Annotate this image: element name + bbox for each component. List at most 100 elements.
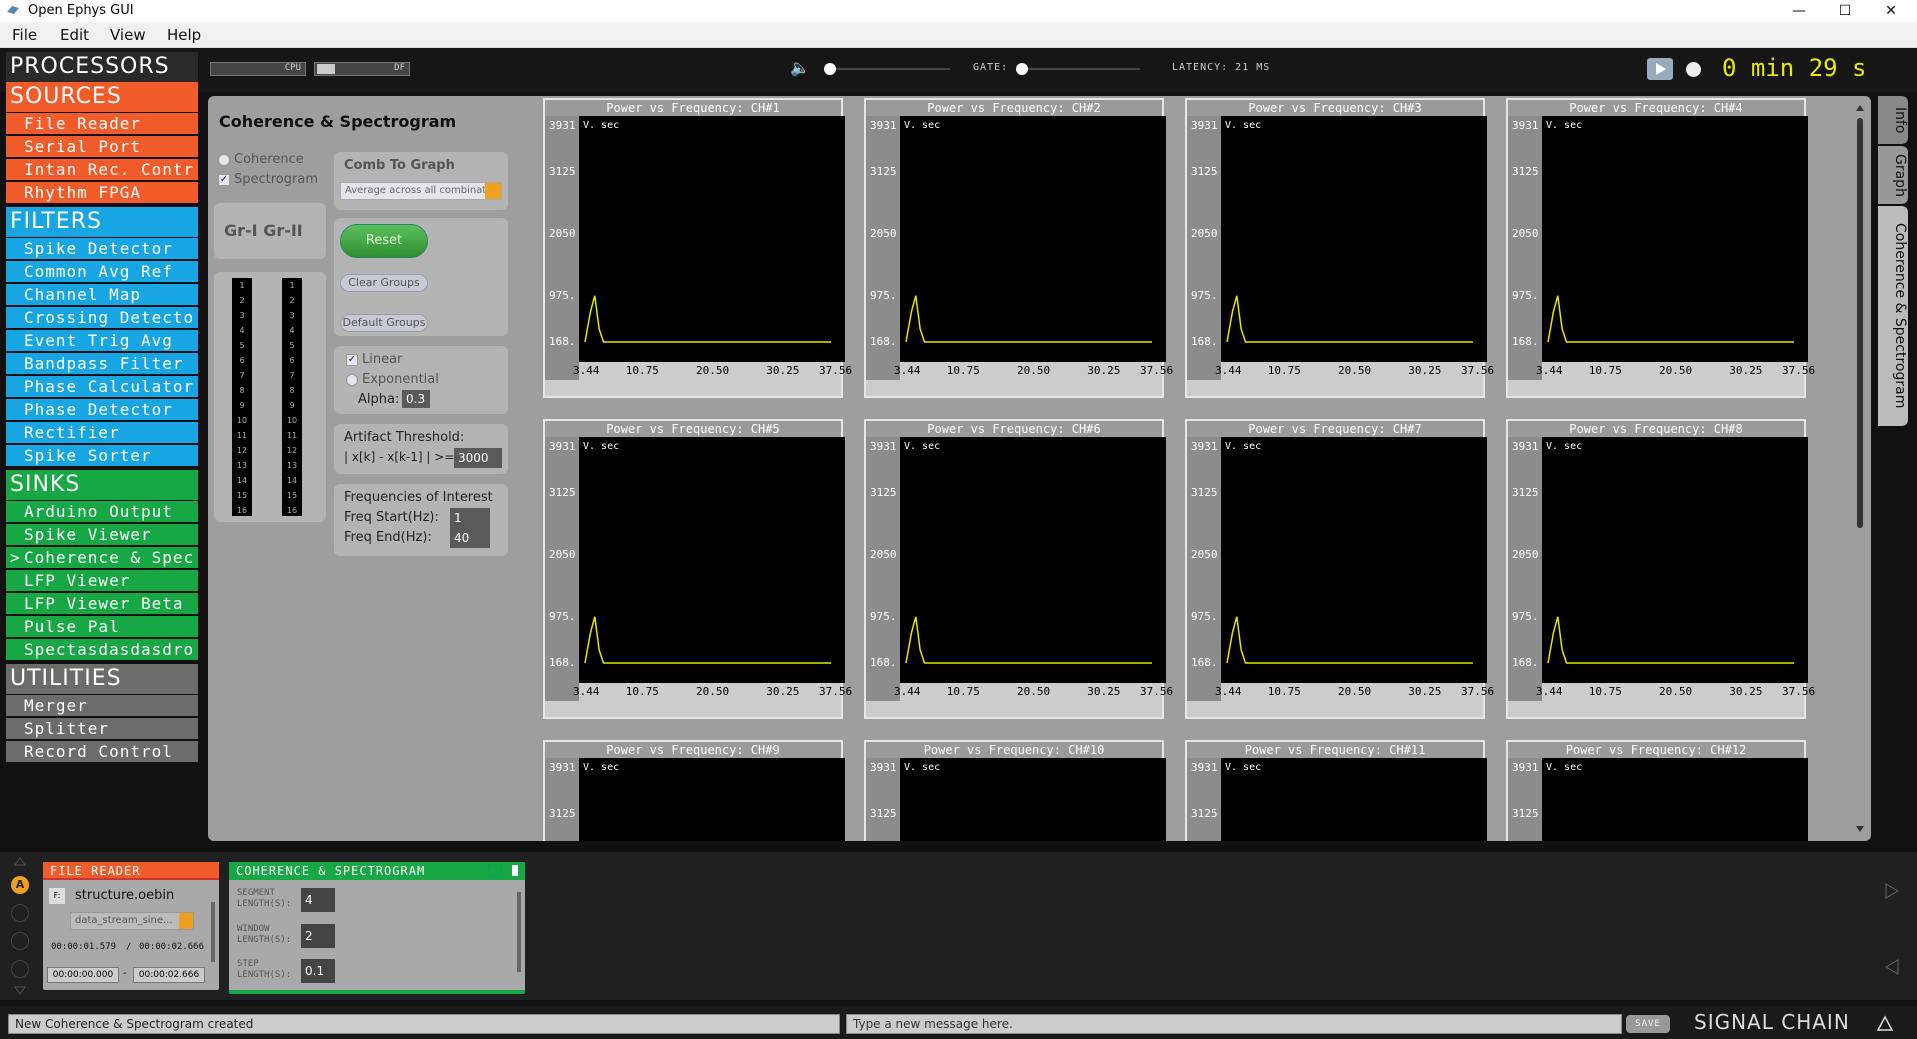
group-2-column[interactable]: 1 2 3 4 5 6 7 8 9 10 11 12 13 14 15 16	[282, 278, 302, 516]
group-channel[interactable]: 2	[232, 293, 252, 308]
processor-item-coherence-spec[interactable]: > Coherence & Spec	[6, 547, 198, 568]
processor-item-intan-rec-contr[interactable]: Intan Rec. Contr	[6, 159, 198, 180]
processor-item-spike-detector[interactable]: Spike Detector	[6, 238, 198, 259]
group-channel[interactable]: 3	[282, 308, 302, 323]
section-filters[interactable]: FILTERS	[6, 207, 198, 237]
power-vs-frequency-graph[interactable]: Power vs Frequency: CH#10V. sec393131252…	[864, 740, 1166, 841]
clock-display[interactable]: 0 min 29 s	[1722, 54, 1867, 82]
power-vs-frequency-graph[interactable]: Power vs Frequency: CH#11V. sec393131252…	[1185, 740, 1487, 841]
chain-slot-3[interactable]	[11, 932, 29, 950]
spectrogram-checkbox[interactable]: ✓	[218, 174, 230, 186]
group-channel[interactable]: 10	[232, 413, 252, 428]
group-channel[interactable]: 14	[282, 473, 302, 488]
group-channel[interactable]: 4	[282, 323, 302, 338]
group-channel[interactable]: 4	[232, 323, 252, 338]
processor-item-rectifier[interactable]: Rectifier	[6, 422, 198, 443]
group-channel[interactable]: 11	[232, 428, 252, 443]
processor-item-serial-port[interactable]: Serial Port	[6, 136, 198, 157]
coherence-editor[interactable]: COHERENCE & SPECTROGRAM SEGMENT LENGTH(S…	[229, 862, 525, 994]
processor-item-spike-sorter[interactable]: Spike Sorter	[6, 445, 198, 466]
file-reader-editor[interactable]: FILE READER F: structure.oebin data_stre…	[43, 862, 219, 990]
chain-right-arrow-icon[interactable]	[1884, 882, 1900, 900]
group-channel[interactable]: 9	[282, 398, 302, 413]
save-message-button[interactable]: SAVE	[1626, 1015, 1670, 1033]
group-channel[interactable]: 12	[232, 443, 252, 458]
processor-item-spike-viewer[interactable]: Spike Viewer	[6, 524, 198, 545]
power-vs-frequency-graph[interactable]: Power vs Frequency: CH#8 V. sec 3931 3125 20…	[1506, 419, 1815, 719]
section-utilities[interactable]: UTILITIES	[6, 664, 198, 694]
record-button[interactable]	[1686, 62, 1701, 77]
power-vs-frequency-graph[interactable]: Power vs Frequency: CH#6 V. sec 3931 3125 20…	[864, 419, 1173, 719]
gate-slider[interactable]	[1016, 63, 1140, 75]
linear-checkbox[interactable]: ✓	[346, 354, 358, 366]
scroll-down-icon[interactable]	[1853, 823, 1867, 835]
file-reader-scrollbar[interactable]	[211, 902, 215, 962]
step-length-input[interactable]: 0.1	[301, 959, 335, 983]
power-vs-frequency-graph[interactable]: Power vs Frequency: CH#9V. sec3931312520…	[543, 740, 845, 841]
coherence-editor-scrollbar[interactable]	[517, 892, 521, 972]
menu-edit[interactable]: Edit	[60, 26, 89, 44]
freq-start-input[interactable]: 1	[450, 508, 490, 528]
processor-item-file-reader[interactable]: File Reader	[6, 113, 198, 134]
alpha-input[interactable]: 0.3	[402, 390, 430, 408]
group-channel[interactable]: 14	[232, 473, 252, 488]
start-time-input[interactable]: 00:00:00.000	[47, 967, 119, 983]
tab-coherence-spectrogram[interactable]: Coherence & Spectrogram	[1878, 206, 1908, 426]
processor-item-pulse-pal[interactable]: Pulse Pal	[6, 616, 198, 637]
group-channel[interactable]: 1	[232, 278, 252, 293]
scrollbar-thumb[interactable]	[1857, 118, 1863, 528]
processor-item-merger[interactable]: Merger	[6, 695, 198, 716]
message-input[interactable]: Type a new message here.	[846, 1014, 1622, 1034]
volume-slider[interactable]	[824, 63, 950, 75]
stream-dropdown[interactable]: data_stream_sine...	[70, 912, 194, 930]
group-channel[interactable]: 9	[232, 398, 252, 413]
power-vs-frequency-graph[interactable]: Power vs Frequency: CH#2 V. sec 3931 3125 20…	[864, 98, 1173, 398]
processor-item-arduino-output[interactable]: Arduino Output	[6, 501, 198, 522]
group-channel[interactable]: 11	[282, 428, 302, 443]
chain-slot-2[interactable]	[11, 904, 29, 922]
coherence-header[interactable]: COHERENCE & SPECTROGRAM	[229, 862, 525, 880]
volume-slider-thumb[interactable]	[824, 63, 836, 75]
freq-end-input[interactable]: 40	[450, 528, 490, 548]
volume-icon[interactable]: 🔈	[790, 58, 810, 77]
menu-view[interactable]: View	[110, 26, 146, 44]
group-channel[interactable]: 6	[282, 353, 302, 368]
menu-file[interactable]: File	[12, 26, 37, 44]
default-groups-button[interactable]: Default Groups	[340, 314, 428, 332]
group-channel[interactable]: 7	[282, 368, 302, 383]
comb-dropdown[interactable]: Average across all combinat...	[340, 182, 502, 200]
processor-item-phase-detector[interactable]: Phase Detector	[6, 399, 198, 420]
processor-item-lfp-viewer[interactable]: LFP Viewer	[6, 570, 198, 591]
group-channel[interactable]: 13	[282, 458, 302, 473]
menu-help[interactable]: Help	[167, 26, 201, 44]
group-channel[interactable]: 5	[282, 338, 302, 353]
section-sources[interactable]: SOURCES	[6, 82, 198, 112]
maximize-button[interactable]: ☐	[1822, 0, 1868, 22]
file-reader-header[interactable]: FILE READER	[43, 862, 219, 880]
minimize-button[interactable]: —	[1776, 0, 1822, 22]
chain-a-badge[interactable]: A	[11, 876, 29, 894]
canvas-scrollbar[interactable]	[1853, 102, 1867, 835]
group-1-column[interactable]: 1 2 3 4 5 6 7 8 9 10 11 12 13 14 15 16	[232, 278, 252, 516]
processor-item-lfp-viewer-beta[interactable]: LFP Viewer Beta	[6, 593, 198, 614]
power-toggle-icon[interactable]	[512, 865, 518, 876]
processor-item-rhythm-fpga[interactable]: Rhythm FPGA	[6, 182, 198, 203]
processor-item-phase-calculator[interactable]: Phase Calculator	[6, 376, 198, 397]
end-time-input[interactable]: 00:00:02.666	[133, 967, 205, 983]
chain-slot-4[interactable]	[11, 960, 29, 978]
processor-item-spectasdasdasdro[interactable]: Spectasdasdasdro	[6, 639, 198, 660]
close-button[interactable]: ✕	[1868, 0, 1914, 22]
collapse-chain-icon[interactable]	[1876, 1014, 1894, 1032]
group-channel[interactable]: 16	[282, 503, 302, 518]
power-vs-frequency-graph[interactable]: Power vs Frequency: CH#3 V. sec 3931 3125 20…	[1185, 98, 1494, 398]
group-channel[interactable]: 13	[232, 458, 252, 473]
coherence-radio[interactable]	[218, 154, 230, 166]
exponential-radio[interactable]	[346, 374, 358, 386]
chain-scroll-down-icon[interactable]	[14, 986, 26, 996]
group-channel[interactable]: 2	[282, 293, 302, 308]
tab-info[interactable]: Info	[1878, 96, 1908, 144]
group-channel[interactable]: 15	[232, 488, 252, 503]
group-channel[interactable]: 7	[232, 368, 252, 383]
processor-item-splitter[interactable]: Splitter	[6, 718, 198, 739]
artifact-threshold-input[interactable]: 3000	[454, 448, 502, 468]
